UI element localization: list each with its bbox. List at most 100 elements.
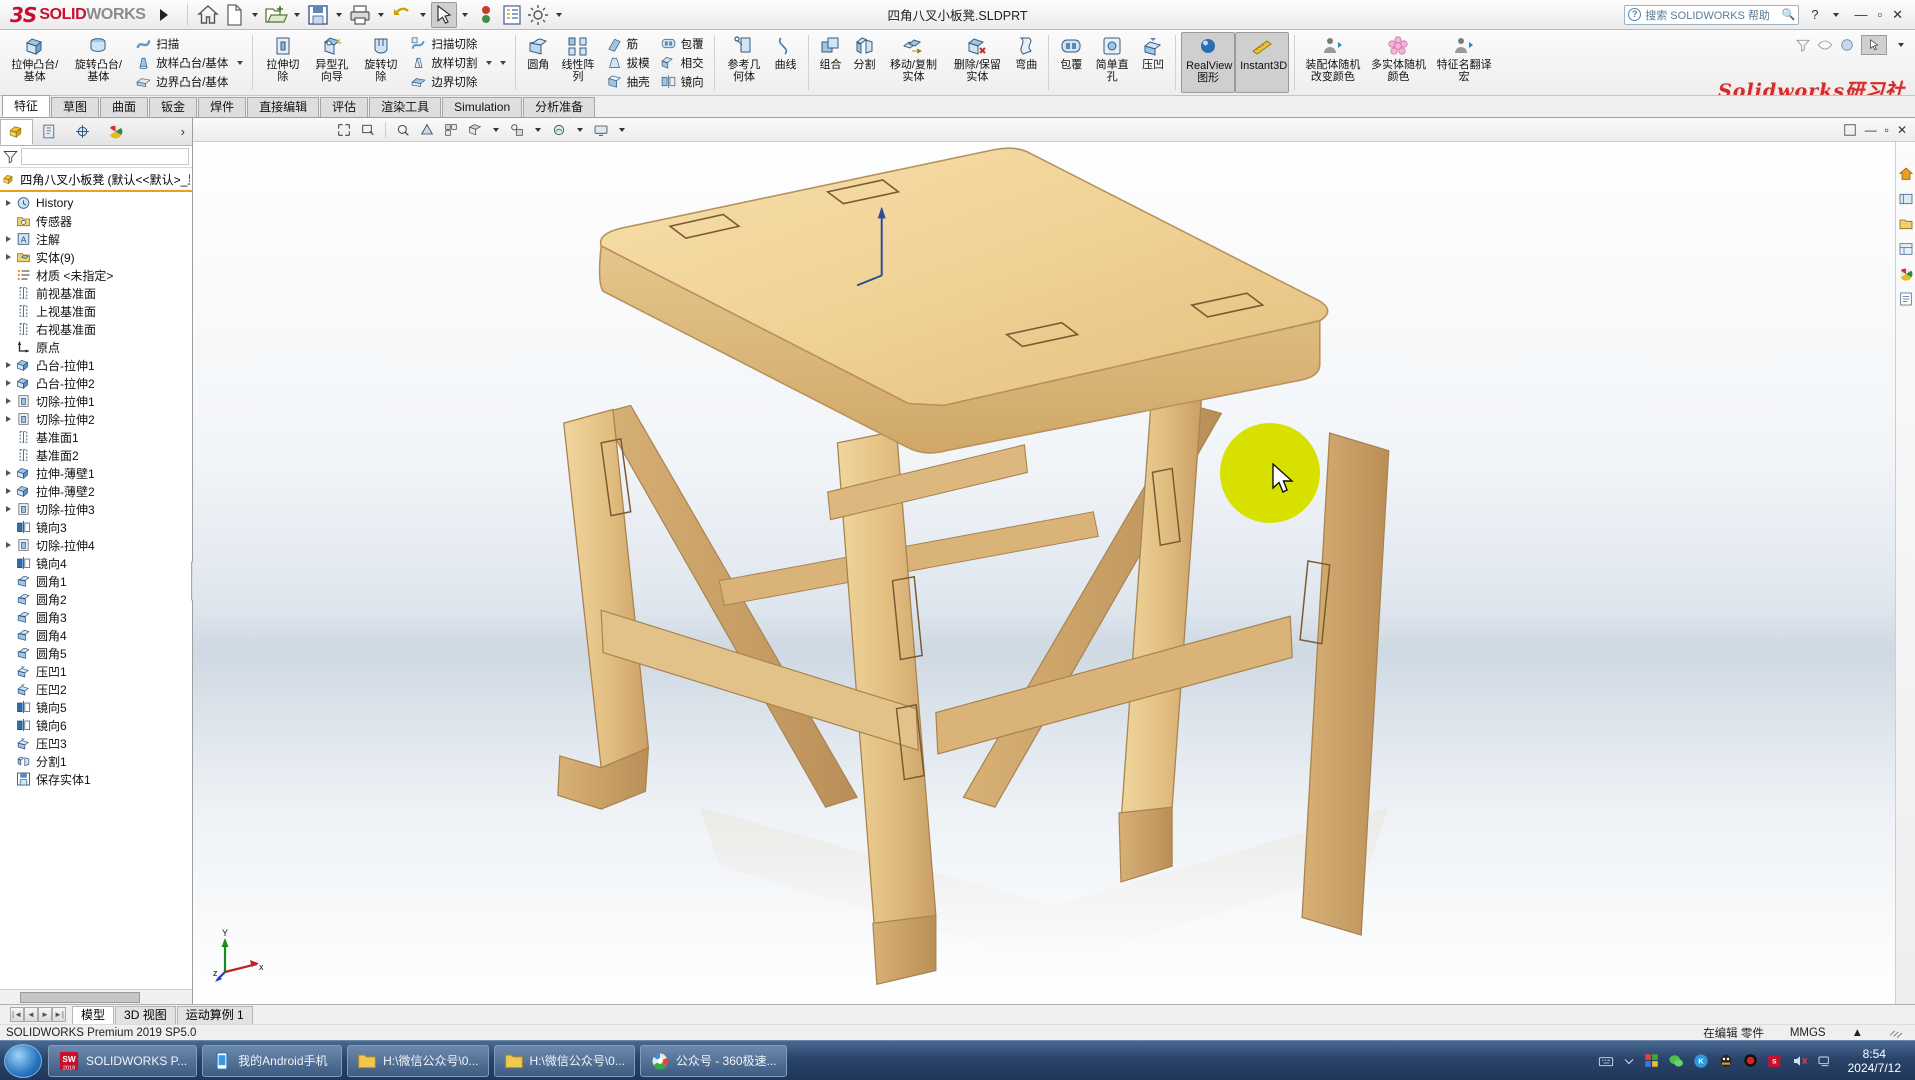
menu-expand-arrow-icon[interactable] xyxy=(159,8,168,21)
rib-command[interactable]: 筋 xyxy=(603,34,653,53)
taskbar-item-android-phone[interactable]: 我的Android手机 xyxy=(202,1044,343,1077)
select-tool-active-button[interactable] xyxy=(1861,35,1888,55)
tree-expand-arrow-icon[interactable] xyxy=(2,362,15,368)
tree-expand-arrow-icon[interactable] xyxy=(2,416,15,422)
help-button[interactable]: ? xyxy=(1811,7,1818,22)
wrap-command[interactable]: 包覆 xyxy=(657,34,707,53)
graphics-area[interactable]: — ▫ ✕ Y x z xyxy=(193,118,1915,1004)
appearance-icon[interactable] xyxy=(1839,37,1855,53)
wechat-tray-icon[interactable] xyxy=(1668,1053,1684,1069)
tree-item-2[interactable]: A 注解 xyxy=(0,230,192,248)
tree-expand-arrow-icon[interactable] xyxy=(2,254,15,260)
split-command[interactable]: 分割 xyxy=(848,32,882,93)
realview-graphics-command[interactable]: RealView 图形 xyxy=(1181,32,1236,93)
tree-expand-arrow-icon[interactable] xyxy=(2,488,15,494)
solidworks-logo[interactable]: 3S SOLID WORKS xyxy=(0,0,154,29)
tab-analysis-preparation[interactable]: 分析准备 xyxy=(523,97,596,117)
tab-nav-next[interactable]: ► xyxy=(38,1007,52,1022)
tab-features[interactable]: 特征 xyxy=(2,95,51,117)
undo-dropdown-icon[interactable] xyxy=(419,12,426,17)
tree-item-26[interactable]: 压凹1 xyxy=(0,662,192,680)
loft-boss-command[interactable]: 放样凸台/基体 xyxy=(132,53,231,72)
tree-expand-arrow-icon[interactable] xyxy=(2,506,15,512)
view-palette-icon[interactable] xyxy=(1898,241,1914,257)
tree-item-27[interactable]: 压凹2 xyxy=(0,680,192,698)
tab-weldments[interactable]: 焊件 xyxy=(198,97,247,117)
boss-group-dropdown-icon[interactable] xyxy=(237,60,244,65)
tree-item-5[interactable]: 前视基准面 xyxy=(0,284,192,302)
search-input[interactable]: ? 搜索 SOLIDWORKS 帮助 🔍 xyxy=(1624,4,1800,25)
tab-sketch[interactable]: 草图 xyxy=(51,97,100,117)
tree-item-11[interactable]: 切除-拉伸1 xyxy=(0,392,192,410)
tree-root-item[interactable]: 四角八叉小板凳 (默认<<默认>_显示状 xyxy=(0,170,192,189)
save-icon[interactable] xyxy=(305,2,331,28)
tree-item-8[interactable]: 原点 xyxy=(0,338,192,356)
tree-item-13[interactable]: 基准面1 xyxy=(0,428,192,446)
tree-expand-arrow-icon[interactable] xyxy=(2,200,15,206)
tree-item-17[interactable]: 切除-拉伸3 xyxy=(0,500,192,518)
tree-item-28[interactable]: 镜向5 xyxy=(0,698,192,716)
open-dropdown-icon[interactable] xyxy=(293,12,300,17)
tree-item-3[interactable]: 实体(9) xyxy=(0,248,192,266)
tree-item-6[interactable]: 上视基准面 xyxy=(0,302,192,320)
tree-expand-arrow-icon[interactable] xyxy=(2,398,15,404)
tree-item-20[interactable]: 镜向4 xyxy=(0,554,192,572)
tree-item-0[interactable]: History xyxy=(0,194,192,212)
tree-expand-arrow-icon[interactable] xyxy=(2,470,15,476)
search-magnifier-icon[interactable]: 🔍 xyxy=(1782,8,1796,21)
display-manager-tab[interactable] xyxy=(99,119,132,145)
tab-nav-arrows[interactable]: |◄ ◄ ► ►| xyxy=(10,1007,66,1022)
undo-icon[interactable] xyxy=(389,2,415,28)
tree-item-10[interactable]: 凸台-拉伸2 xyxy=(0,374,192,392)
boundary-boss-command[interactable]: 边界凸台/基体 xyxy=(132,72,231,91)
status-units-label[interactable]: MMGS xyxy=(1790,1027,1826,1039)
qq-tray-icon[interactable] xyxy=(1718,1053,1734,1069)
tree-item-14[interactable]: 基准面2 xyxy=(0,446,192,464)
extrude-cut-command[interactable]: 拉伸切除 xyxy=(258,32,307,93)
delete-keep-body-command[interactable]: 删除/保留实体 xyxy=(945,32,1009,93)
print-dropdown-icon[interactable] xyxy=(377,12,384,17)
loft-cut-command[interactable]: 放样切割 xyxy=(407,53,480,72)
tree-scroll-thumb[interactable] xyxy=(20,991,140,1003)
feature-translate-macro-command[interactable]: 特征名翻译宏 xyxy=(1431,32,1497,93)
combine-command[interactable]: 组合 xyxy=(814,32,848,93)
tree-expand-arrow-icon[interactable] xyxy=(2,236,15,242)
taskbar-item-folder-2[interactable]: H:\微信公众号\0... xyxy=(493,1044,635,1077)
new-document-icon[interactable] xyxy=(221,2,247,28)
doc-tab-3d-views[interactable]: 3D 视图 xyxy=(115,1005,176,1024)
solidworks-tray-icon[interactable]: S xyxy=(1767,1053,1783,1069)
taskbar-clock[interactable]: 8:54 2024/7/12 xyxy=(1842,1047,1907,1075)
keyboard-tray-icon[interactable] xyxy=(1598,1054,1614,1068)
select-tool-dropdown-icon[interactable] xyxy=(1898,43,1905,47)
rebuild-icon[interactable] xyxy=(473,2,499,28)
configuration-manager-tab[interactable] xyxy=(66,119,99,145)
tree-item-15[interactable]: 拉伸-薄壁1 xyxy=(0,464,192,482)
flex-command[interactable]: 弯曲 xyxy=(1009,32,1043,93)
tab-nav-first[interactable]: |◄ xyxy=(10,1007,24,1022)
tree-item-21[interactable]: 圆角1 xyxy=(0,572,192,590)
indent-command[interactable]: 压凹 xyxy=(1136,32,1170,93)
mirror-command[interactable]: 镜向 xyxy=(657,72,707,91)
tree-item-30[interactable]: 压凹3 xyxy=(0,734,192,752)
minimize-button[interactable]: — xyxy=(1854,7,1867,22)
kingsoft-tray-icon[interactable]: K xyxy=(1693,1053,1709,1069)
tab-simulation[interactable]: Simulation xyxy=(442,97,523,117)
curves-command[interactable]: 曲线 xyxy=(769,32,803,93)
design-library-icon[interactable] xyxy=(1898,191,1914,207)
draft-command[interactable]: 拔模 xyxy=(603,53,653,72)
tree-item-1[interactable]: 传感器 xyxy=(0,212,192,230)
tab-surfaces[interactable]: 曲面 xyxy=(100,97,149,117)
feature-manager-tab[interactable] xyxy=(0,118,33,145)
tab-render-tools[interactable]: 渲染工具 xyxy=(369,97,442,117)
tree-item-31[interactable]: 分割1 xyxy=(0,752,192,770)
taskbar-item-folder-1[interactable]: H:\微信公众号\0... xyxy=(347,1044,489,1077)
open-folder-icon[interactable] xyxy=(263,2,289,28)
taskbar-item-solidworks[interactable]: SW 2019 SOLIDWORKS P... xyxy=(48,1044,198,1077)
filter-tree-icon[interactable] xyxy=(1795,37,1811,53)
revolve-boss-command[interactable]: 旋转凸台/基体 xyxy=(67,32,131,93)
doc-tab-model[interactable]: 模型 xyxy=(72,1005,115,1024)
tree-expand-arrow-icon[interactable] xyxy=(2,380,15,386)
tree-item-24[interactable]: 圆角4 xyxy=(0,626,192,644)
revolve-cut-command[interactable]: 旋转切除 xyxy=(356,32,405,93)
volume-muted-tray-icon[interactable] xyxy=(1792,1054,1808,1068)
